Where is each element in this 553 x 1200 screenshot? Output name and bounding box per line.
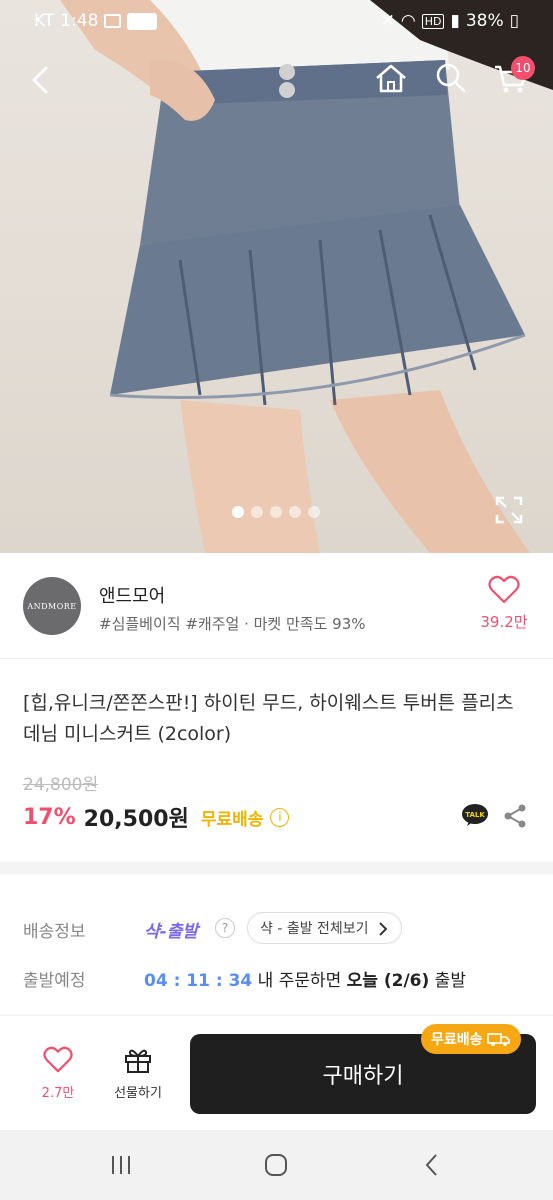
gallery-dot[interactable] (308, 506, 320, 518)
signal-icon: ▮ (450, 11, 460, 31)
help-icon[interactable]: ? (215, 918, 235, 938)
store-logo[interactable]: ANDMORE (23, 577, 81, 635)
wishlist-button[interactable]: 2.7만 (28, 1046, 88, 1101)
free-shipping-tag-label: 무료배송 (431, 1032, 483, 1048)
svg-text:TALK: TALK (465, 811, 485, 819)
battery-label: 38% (465, 11, 504, 31)
gift-button[interactable]: 선물하기 (104, 1046, 172, 1101)
store-like-button[interactable]: 39.2만 (474, 575, 534, 632)
gallery-notification-icon (104, 14, 122, 28)
status-bar: KT 1:48 ✕ ◠ HD ▮ 38% ▯ (0, 0, 553, 44)
truck-icon (486, 1033, 510, 1046)
hd-icon: HD (421, 13, 445, 29)
store-tags: #심플베이직 #캐주얼 · 마켓 만족도 93% (99, 615, 366, 633)
ship-view-all-button[interactable]: 샥 - 출발 전체보기 (247, 912, 402, 944)
gift-icon (125, 1049, 151, 1073)
home-button-icon[interactable] (263, 1152, 289, 1178)
countdown-time: 04 : 11 : 34 (144, 971, 253, 991)
gift-label: 선물하기 (114, 1086, 162, 1101)
departure-countdown: 04 : 11 : 34 내 주문하면 오늘 (2/6) 출발 (144, 966, 466, 991)
recent-apps-icon[interactable] (108, 1152, 134, 1178)
sale-price: 20,500원 (83, 807, 189, 832)
store-name[interactable]: 앤드모어 (99, 582, 165, 608)
wifi-icon: ◠ (400, 11, 416, 31)
departure-label: 출발예정 (23, 971, 86, 991)
countdown-text-c: 출발 (429, 971, 466, 991)
gallery-pagination (232, 506, 320, 518)
bottom-action-bar: 2.7만 선물하기 구매하기 무료배송 (0, 1015, 553, 1130)
ship-view-all-label: 샥 - 출발 전체보기 (260, 921, 369, 937)
cart-count-badge: 10 (511, 56, 535, 80)
gallery-dot[interactable] (289, 506, 301, 518)
gallery-dot[interactable] (251, 506, 263, 518)
free-shipping-label: 무료배송 (200, 809, 264, 830)
shipping-info-label: 배송정보 (23, 922, 86, 942)
share-icon[interactable] (503, 803, 527, 829)
app-notification-icon (127, 12, 158, 30)
carrier-label: KT (34, 11, 55, 31)
home-icon[interactable] (371, 58, 411, 98)
gallery-dot[interactable] (270, 506, 282, 518)
section-divider (0, 862, 553, 874)
chevron-right-icon (378, 922, 387, 936)
gallery-dot[interactable] (232, 506, 244, 518)
expand-icon[interactable] (494, 495, 524, 525)
wishlist-count: 2.7만 (41, 1086, 75, 1101)
system-navigation-bar (0, 1130, 553, 1200)
discount-rate: 17% (23, 804, 76, 830)
back-arrow-icon[interactable] (22, 60, 62, 100)
store-row[interactable]: ANDMORE 앤드모어 #심플베이직 #캐주얼 · 마켓 만족도 93% 39… (0, 553, 553, 659)
clock: 1:48 (60, 11, 99, 31)
back-button-icon[interactable] (420, 1152, 446, 1178)
product-title: [힙,유니크/쫀쫀스판!] 하이틴 무드, 하이웨스트 투버튼 플리츠 데님 미… (23, 692, 514, 745)
product-image-gallery[interactable]: KT 1:48 ✕ ◠ HD ▮ 38% ▯ 10 (0, 0, 553, 553)
mute-icon: ✕ (380, 11, 395, 31)
original-price: 24,800원 (23, 775, 99, 795)
cart-button[interactable]: 10 (491, 56, 535, 98)
kakaotalk-icon[interactable]: TALK (461, 803, 489, 827)
free-shipping-tag: 무료배송 (421, 1024, 521, 1054)
heart-icon (488, 575, 520, 604)
search-icon[interactable] (431, 58, 471, 98)
countdown-text-b: 오늘 (2/6) (346, 971, 430, 991)
countdown-text-a: 내 주문하면 (252, 971, 347, 991)
price-row: 17% 20,500원 무료배송 i (23, 801, 290, 833)
store-like-count: 39.2만 (480, 613, 528, 631)
heart-icon (43, 1046, 73, 1073)
info-icon[interactable]: i (270, 807, 290, 827)
battery-icon: ▯ (509, 11, 519, 31)
ship-brand: 샥-출발 (144, 922, 198, 942)
